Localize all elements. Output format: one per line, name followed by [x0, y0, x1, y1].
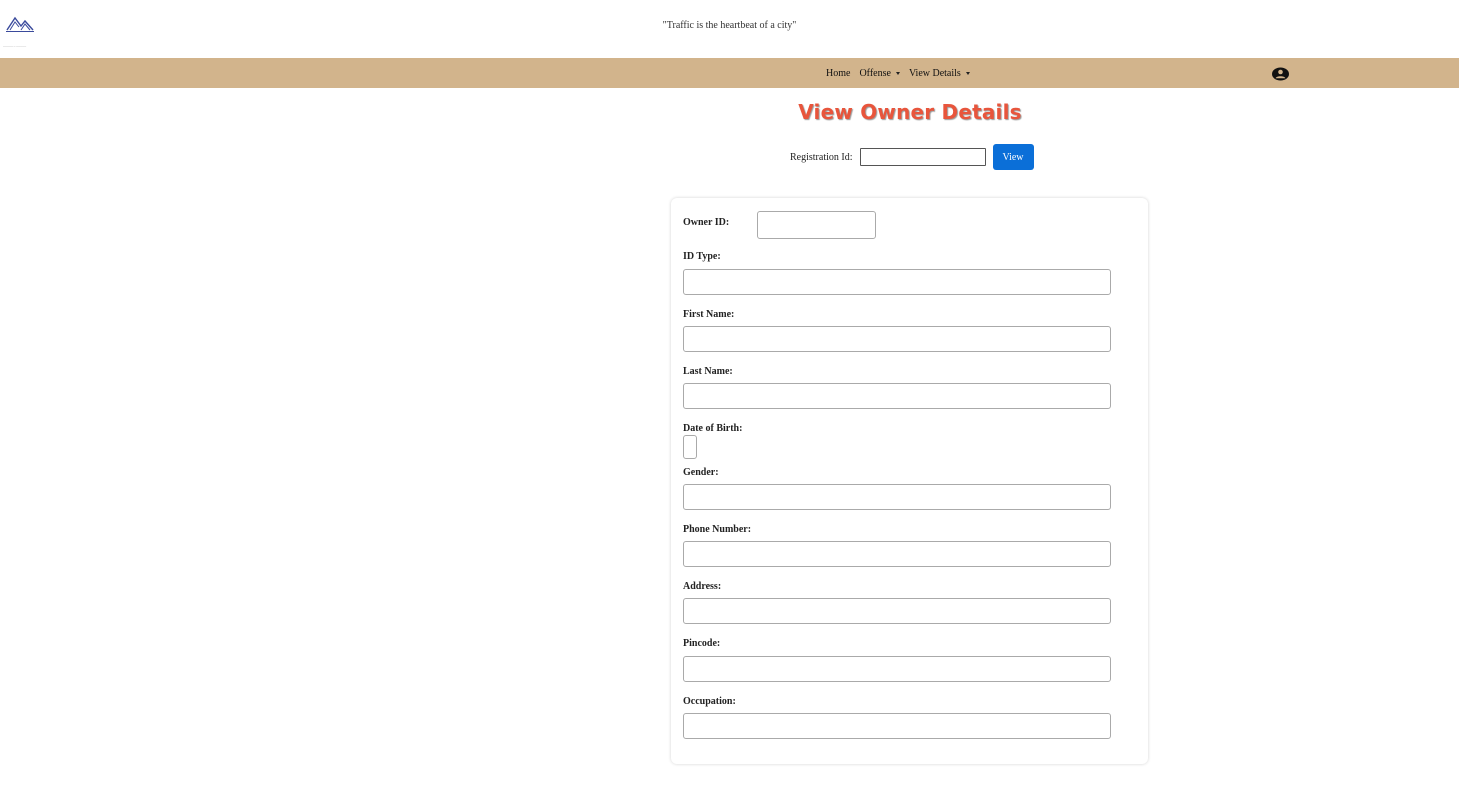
user-circle-icon[interactable]: [1271, 67, 1290, 81]
occupation-label: Occupation:: [683, 696, 736, 707]
caret-down-icon: [895, 71, 900, 75]
page-title: View Owner Details: [798, 100, 1022, 124]
dob-input[interactable]: [683, 435, 697, 459]
phone-number-label: Phone Number:: [683, 524, 752, 535]
logo-tagline: ————— — —————: [3, 46, 27, 48]
last-name-label: Last Name:: [683, 366, 733, 377]
dob-label: Date of Birth:: [683, 423, 743, 434]
owner-details-form: Owner ID: ID Type: First Name: Last Name…: [671, 198, 1148, 764]
view-button[interactable]: View: [992, 144, 1034, 170]
occupation-input[interactable]: [683, 713, 1111, 739]
nav-view-details-dropdown[interactable]: View Details: [909, 68, 970, 79]
gender-label: Gender:: [683, 467, 719, 478]
last-name-input[interactable]: [683, 383, 1111, 409]
top-header: ————— — ————— "Traffic is the heartbeat …: [0, 0, 1459, 58]
id-type-input[interactable]: [683, 269, 1111, 295]
site-tagline: "Traffic is the heartbeat of a city": [662, 20, 797, 31]
pincode-label: Pincode:: [683, 638, 721, 649]
nav-links: Home Offense View Details: [826, 58, 970, 88]
nav-home[interactable]: Home: [826, 68, 850, 79]
navbar: Home Offense View Details: [0, 58, 1459, 88]
caret-down-icon: [965, 71, 970, 75]
nav-offense-label: Offense: [859, 67, 891, 79]
registration-id-label: Registration Id:: [790, 151, 853, 163]
registration-search: Registration Id: View: [790, 144, 1034, 170]
address-label: Address:: [683, 581, 722, 592]
address-input[interactable]: [683, 598, 1111, 624]
gender-input[interactable]: [683, 484, 1111, 510]
nav-home-label: Home: [826, 67, 851, 79]
registration-id-input[interactable]: [859, 148, 986, 166]
pincode-input[interactable]: [683, 656, 1111, 682]
phone-number-input[interactable]: [683, 541, 1111, 567]
owner-id-label: Owner ID:: [683, 217, 730, 228]
id-type-label: ID Type:: [683, 251, 721, 262]
owner-id-input[interactable]: [757, 211, 876, 239]
first-name-input[interactable]: [683, 326, 1111, 352]
nav-offense-dropdown[interactable]: Offense: [859, 67, 900, 79]
nav-view-details-label: View Details: [908, 67, 961, 79]
first-name-label: First Name:: [683, 309, 735, 320]
